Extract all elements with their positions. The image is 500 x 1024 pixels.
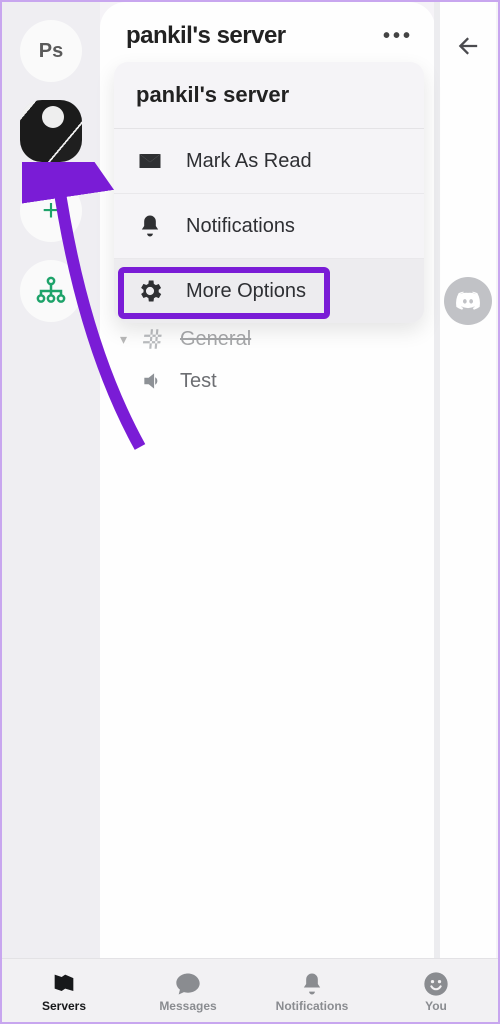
chat-icon bbox=[174, 969, 202, 999]
plus-icon: + bbox=[42, 194, 60, 228]
menu-label: Notifications bbox=[186, 215, 295, 238]
back-button[interactable] bbox=[455, 32, 483, 68]
hub-icon bbox=[36, 276, 66, 306]
discord-logo-bubble bbox=[444, 277, 492, 325]
student-hub-button[interactable] bbox=[20, 260, 82, 322]
menu-more-options[interactable]: More Options bbox=[114, 259, 424, 323]
discord-icon bbox=[454, 287, 482, 315]
speaker-icon bbox=[140, 368, 166, 394]
channel-general[interactable]: ▾ General bbox=[100, 318, 435, 360]
tab-label: Notifications bbox=[276, 999, 349, 1013]
dm-home-initials: Ps bbox=[39, 40, 63, 63]
tab-label: You bbox=[425, 999, 447, 1013]
channel-label: Test bbox=[180, 370, 217, 393]
bottom-tab-bar: Servers Messages Notifications You bbox=[2, 958, 498, 1022]
dm-home-button[interactable]: Ps bbox=[20, 20, 82, 82]
servers-icon bbox=[50, 969, 78, 999]
smiley-icon bbox=[422, 969, 450, 999]
menu-mark-as-read[interactable]: Mark As Read bbox=[114, 129, 424, 194]
context-menu-title: pankil's server bbox=[114, 62, 424, 129]
mail-icon bbox=[136, 147, 164, 175]
menu-label: Mark As Read bbox=[186, 150, 312, 173]
server-title: pankil's server bbox=[126, 22, 286, 50]
bell-icon bbox=[136, 212, 164, 240]
server-avatar-pankil[interactable] bbox=[20, 100, 82, 162]
arrow-left-icon bbox=[455, 32, 483, 60]
avatar-image bbox=[20, 100, 82, 162]
channel-test[interactable]: ▾ Test bbox=[100, 360, 435, 402]
add-server-button[interactable]: + bbox=[20, 180, 82, 242]
category-caret-icon: ▾ bbox=[120, 331, 134, 348]
chat-sliver bbox=[434, 2, 496, 962]
menu-label: More Options bbox=[186, 280, 306, 303]
gear-icon bbox=[136, 277, 164, 305]
server-rail: Ps + bbox=[2, 2, 100, 962]
server-context-menu: pankil's server Mark As Read Notificatio… bbox=[114, 62, 424, 323]
tab-notifications[interactable]: Notifications bbox=[250, 959, 374, 1022]
panel-header[interactable]: pankil's server ••• bbox=[100, 12, 435, 58]
hash-icon bbox=[140, 326, 166, 352]
tab-label: Messages bbox=[159, 999, 216, 1013]
tab-servers[interactable]: Servers bbox=[2, 959, 126, 1022]
server-menu-button[interactable]: ••• bbox=[383, 25, 413, 48]
bell-icon bbox=[298, 969, 326, 999]
channel-label: General bbox=[180, 328, 251, 351]
tab-label: Servers bbox=[42, 999, 86, 1013]
tab-you[interactable]: You bbox=[374, 959, 498, 1022]
menu-notifications[interactable]: Notifications bbox=[114, 194, 424, 259]
tab-messages[interactable]: Messages bbox=[126, 959, 250, 1022]
